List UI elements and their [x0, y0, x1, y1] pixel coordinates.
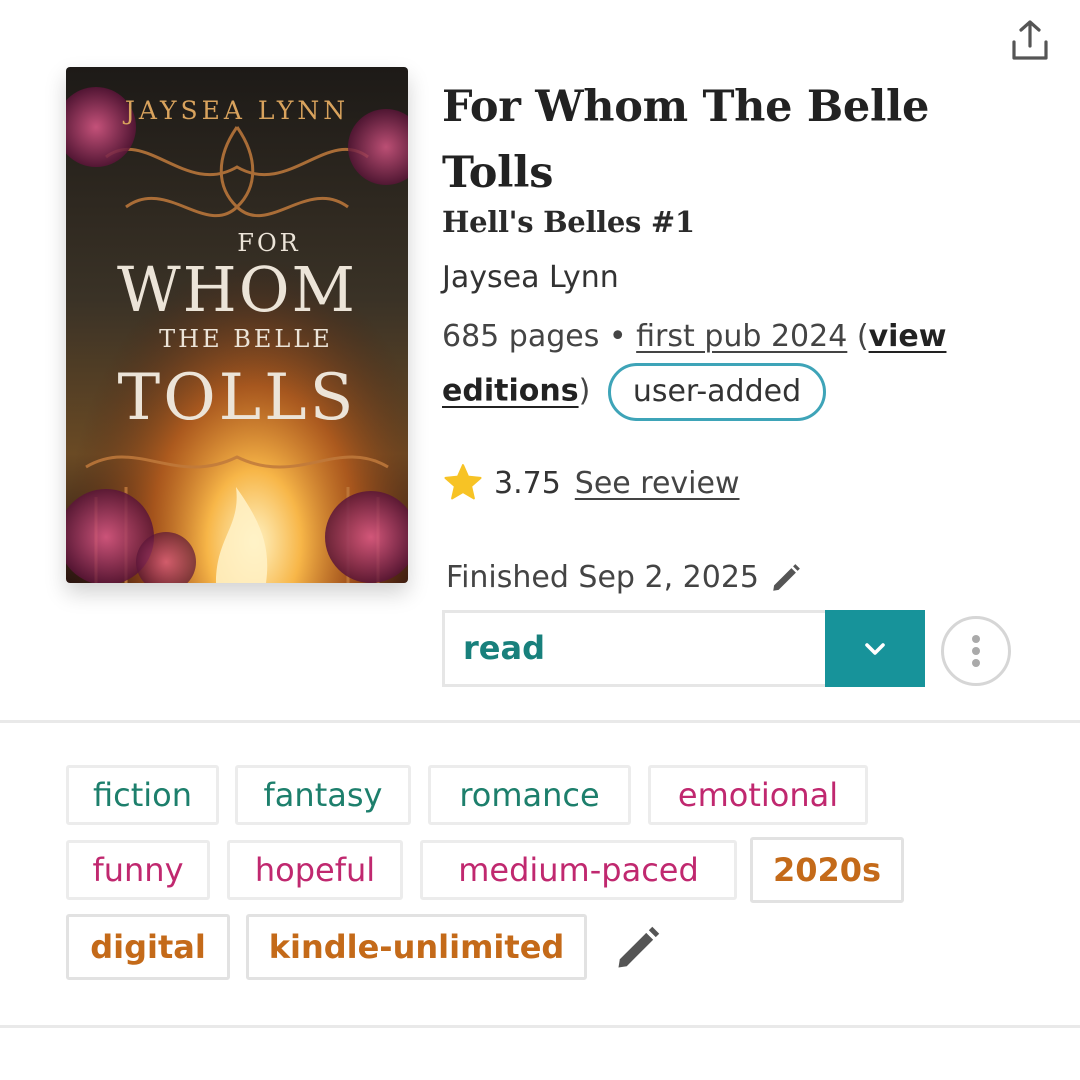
tag-digital[interactable]: digital — [66, 914, 230, 980]
reading-status-value[interactable]: read — [442, 610, 825, 687]
book-meta: 685 pages • first pub 2024 (view edition… — [442, 310, 1052, 421]
tag-hopeful[interactable]: hopeful — [227, 840, 403, 900]
finished-date: Finished Sep 2, 2025 — [446, 560, 803, 595]
cover-title-line3: THE BELLE — [159, 325, 333, 353]
share-icon — [1012, 20, 1048, 60]
see-review-link[interactable]: See review — [575, 466, 740, 501]
paren-open: ( — [856, 319, 869, 354]
book-author[interactable]: Jaysea Lynn — [442, 256, 619, 300]
finished-label: Finished Sep 2, 2025 — [446, 560, 760, 595]
share-button[interactable] — [1004, 16, 1056, 64]
rating-row: 3.75 See review — [442, 462, 740, 504]
page-count: 685 pages — [442, 319, 600, 354]
tag-romance[interactable]: romance — [428, 765, 631, 825]
meta-separator: • — [608, 319, 627, 354]
tag-emotional[interactable]: emotional — [648, 765, 868, 825]
chevron-down-icon — [865, 642, 885, 655]
tag-funny[interactable]: funny — [66, 840, 210, 900]
tag-medium-paced[interactable]: medium-paced — [420, 840, 737, 900]
bottom-divider — [0, 1025, 1080, 1028]
tag-fantasy[interactable]: fantasy — [235, 765, 411, 825]
paren-close: ) — [578, 373, 591, 409]
user-added-badge: user-added — [607, 363, 827, 421]
edit-tags-icon[interactable] — [612, 922, 664, 974]
cover-title-line2: WHOM — [117, 253, 357, 326]
tag-fiction[interactable]: fiction — [66, 765, 219, 825]
tag-kindle-unlimited[interactable]: kindle-unlimited — [246, 914, 587, 980]
book-cover[interactable]: JAYSEA LYNN FOR WHOM THE BELLE TOLLS — [66, 67, 408, 583]
reading-status-dropdown[interactable]: read — [442, 610, 925, 687]
rating-value: 3.75 — [494, 465, 561, 501]
section-divider — [0, 720, 1080, 723]
more-vertical-icon — [972, 635, 980, 667]
cover-author: JAYSEA LYNN — [122, 96, 349, 125]
star-icon — [444, 464, 482, 500]
more-options-button[interactable] — [941, 616, 1011, 686]
tag-2020s[interactable]: 2020s — [750, 837, 904, 903]
cover-title-line4: TOLLS — [118, 361, 357, 435]
edit-date-icon[interactable] — [769, 561, 803, 595]
book-title: For Whom The Belle Tolls — [442, 82, 930, 198]
first-pub-link[interactable]: first pub 2024 — [636, 319, 847, 354]
status-dropdown-toggle[interactable] — [825, 610, 925, 687]
book-series[interactable]: Hell's Belles #1 — [442, 200, 695, 244]
